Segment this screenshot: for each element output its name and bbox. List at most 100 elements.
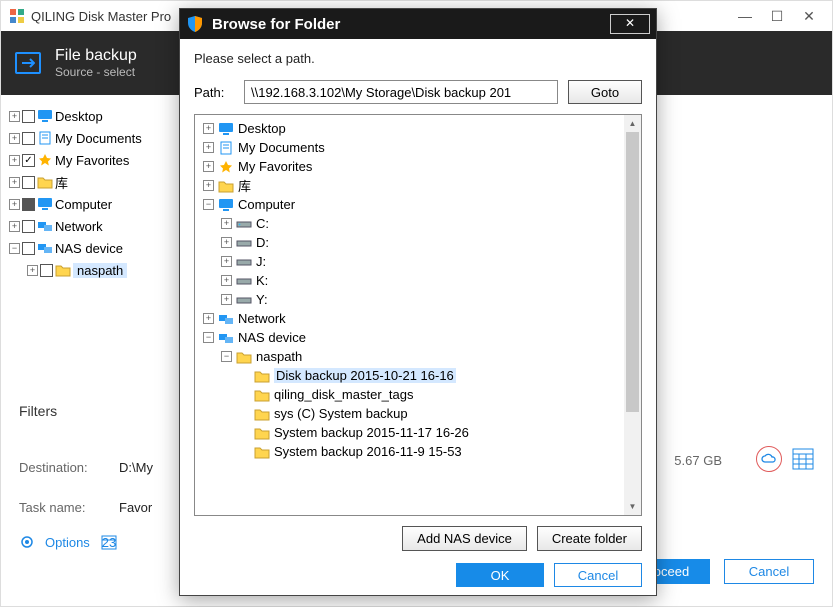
collapse-icon[interactable]: −	[203, 332, 214, 343]
checkbox[interactable]	[22, 110, 35, 123]
scroll-thumb[interactable]	[626, 132, 639, 412]
destination-label: Destination:	[19, 460, 119, 475]
collapse-icon[interactable]: −	[221, 351, 232, 362]
expand-icon[interactable]: +	[9, 111, 20, 122]
label: My Favorites	[238, 159, 312, 174]
label: System backup 2015-11-17 16-26	[274, 425, 469, 440]
tree-node-folder-selected[interactable]: Disk backup 2015-10-21 16-16	[197, 366, 639, 385]
drive-icon	[236, 293, 252, 307]
tree-item-network[interactable]: +Network	[9, 215, 181, 237]
tree-node-favorites[interactable]: + My Favorites	[197, 157, 639, 176]
tree-item-favorites[interactable]: +✓My Favorites	[9, 149, 181, 171]
checkbox[interactable]	[22, 220, 35, 233]
collapse-icon[interactable]: −	[9, 243, 20, 254]
tree-node-naspath[interactable]: − naspath	[197, 347, 639, 366]
expand-icon[interactable]: +	[221, 275, 232, 286]
checkbox[interactable]: ✓	[22, 154, 35, 167]
source-tree: +Desktop +My Documents +✓My Favorites +库…	[1, 99, 181, 287]
tree-item-nas[interactable]: − NAS device	[9, 237, 181, 259]
maximize-button[interactable]: ☐	[770, 8, 784, 25]
dialog-footer: OK Cancel	[194, 563, 642, 587]
scroll-down-icon[interactable]: ▼	[624, 498, 641, 515]
checkbox[interactable]	[22, 198, 35, 211]
taskname-value[interactable]: Favor	[119, 500, 152, 515]
checkbox[interactable]	[22, 176, 35, 189]
expand-icon[interactable]: +	[9, 155, 20, 166]
destination-value[interactable]: D:\My	[119, 460, 153, 475]
dialog-close-button[interactable]: ✕	[610, 14, 650, 34]
browse-folder-dialog: Browse for Folder ✕ Please select a path…	[179, 8, 657, 596]
expand-icon[interactable]: +	[203, 161, 214, 172]
calendar-icon[interactable]: 23	[100, 533, 118, 551]
checkbox[interactable]	[40, 264, 53, 277]
ok-button[interactable]: OK	[456, 563, 544, 587]
expand-icon[interactable]: +	[9, 177, 20, 188]
calculator-icon[interactable]	[792, 448, 814, 470]
tree-node-drive-d[interactable]: + D:	[197, 233, 639, 252]
tree-item-computer[interactable]: +Computer	[9, 193, 181, 215]
label: My Documents	[55, 131, 142, 146]
expand-icon[interactable]: +	[221, 237, 232, 248]
folder-tree: +Desktop +My Documents +My Favorites +库 …	[194, 114, 642, 516]
tree-node-libraries[interactable]: +库	[197, 176, 639, 195]
tree-node-drive-y[interactable]: + Y:	[197, 290, 639, 309]
tree-item-libraries[interactable]: +库	[9, 171, 181, 193]
tree-node-drive-c[interactable]: + C:	[197, 214, 639, 233]
label: Y:	[256, 292, 268, 307]
tree-node-nas[interactable]: −NAS device	[197, 328, 639, 347]
dialog-title: Browse for Folder	[212, 16, 610, 33]
label: Computer	[238, 197, 295, 212]
goto-button[interactable]: Goto	[568, 80, 642, 104]
tree-node-folder[interactable]: sys (C) System backup	[197, 404, 639, 423]
label: C:	[256, 216, 269, 231]
expand-icon[interactable]: +	[221, 218, 232, 229]
cancel-button[interactable]: Cancel	[724, 559, 814, 584]
expand-icon[interactable]: +	[203, 180, 214, 191]
create-folder-button[interactable]: Create folder	[537, 526, 642, 551]
tree-node-network[interactable]: +Network	[197, 309, 639, 328]
tree-node-drive-k[interactable]: +K:	[197, 271, 639, 290]
scroll-up-icon[interactable]: ▲	[624, 115, 641, 132]
collapse-icon[interactable]: −	[203, 199, 214, 210]
tree-item-documents[interactable]: + My Documents	[9, 127, 181, 149]
expand-icon[interactable]: +	[9, 199, 20, 210]
label: naspath	[256, 349, 302, 364]
minimize-button[interactable]: —	[738, 8, 752, 25]
expand-icon[interactable]: +	[27, 265, 38, 276]
label: Desktop	[238, 121, 286, 136]
tree-node-documents[interactable]: +My Documents	[197, 138, 639, 157]
expand-icon[interactable]: +	[221, 294, 232, 305]
monitor-icon	[37, 109, 53, 123]
tree-node-computer[interactable]: − Computer	[197, 195, 639, 214]
folder-icon	[236, 350, 252, 364]
checkbox[interactable]	[22, 132, 35, 145]
folder-icon	[218, 179, 234, 193]
expand-icon[interactable]: +	[203, 313, 214, 324]
tree-node-folder[interactable]: System backup 2015-11-17 16-26	[197, 423, 639, 442]
label: D:	[256, 235, 269, 250]
scrollbar[interactable]: ▲ ▼	[624, 115, 641, 515]
tree-item-desktop[interactable]: +Desktop	[9, 105, 181, 127]
file-backup-icon	[15, 52, 41, 74]
expand-icon[interactable]: +	[203, 142, 214, 153]
tree-node-desktop[interactable]: + Desktop	[197, 119, 639, 138]
path-input[interactable]	[244, 80, 558, 104]
add-nas-button[interactable]: Add NAS device	[402, 526, 527, 551]
window-controls: — ☐ ✕	[738, 8, 824, 25]
dialog-cancel-button[interactable]: Cancel	[554, 563, 642, 587]
tree-node-folder[interactable]: System backup 2016-11-9 15-53	[197, 442, 639, 461]
checkbox[interactable]	[22, 242, 35, 255]
tree-node-folder[interactable]: qiling_disk_master_tags	[197, 385, 639, 404]
expand-icon[interactable]: +	[9, 133, 20, 144]
expand-icon[interactable]: +	[221, 256, 232, 267]
expand-icon[interactable]: +	[203, 123, 214, 134]
tree-node-drive-j[interactable]: +J:	[197, 252, 639, 271]
label: NAS device	[55, 241, 123, 256]
close-button[interactable]: ✕	[802, 8, 816, 25]
document-icon	[37, 131, 53, 145]
tree-item-naspath[interactable]: +naspath	[9, 259, 181, 281]
expand-icon[interactable]: +	[9, 221, 20, 232]
label: 库	[55, 173, 68, 192]
cloud-icon[interactable]	[756, 446, 782, 472]
folder-icon	[37, 175, 53, 189]
